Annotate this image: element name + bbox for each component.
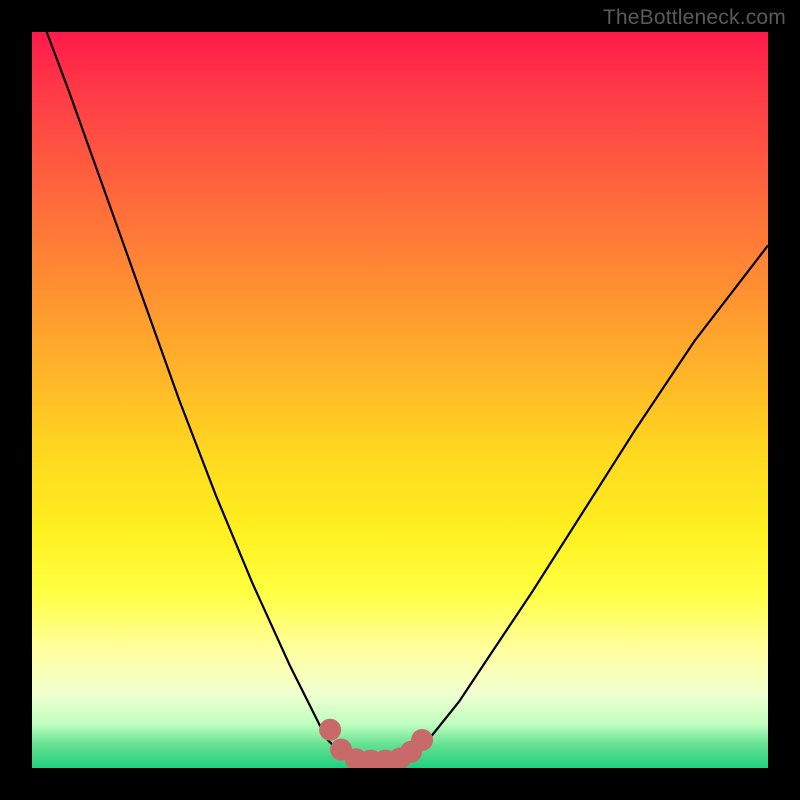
highlight-dots-group <box>319 719 433 768</box>
chart-svg <box>32 32 768 768</box>
watermark-text: TheBottleneck.com <box>603 6 786 30</box>
highlight-dot <box>411 729 433 751</box>
plot-area <box>32 32 768 768</box>
bottleneck-curve-path <box>47 32 768 761</box>
chart-frame: TheBottleneck.com <box>0 0 800 800</box>
highlight-dot <box>319 719 341 741</box>
